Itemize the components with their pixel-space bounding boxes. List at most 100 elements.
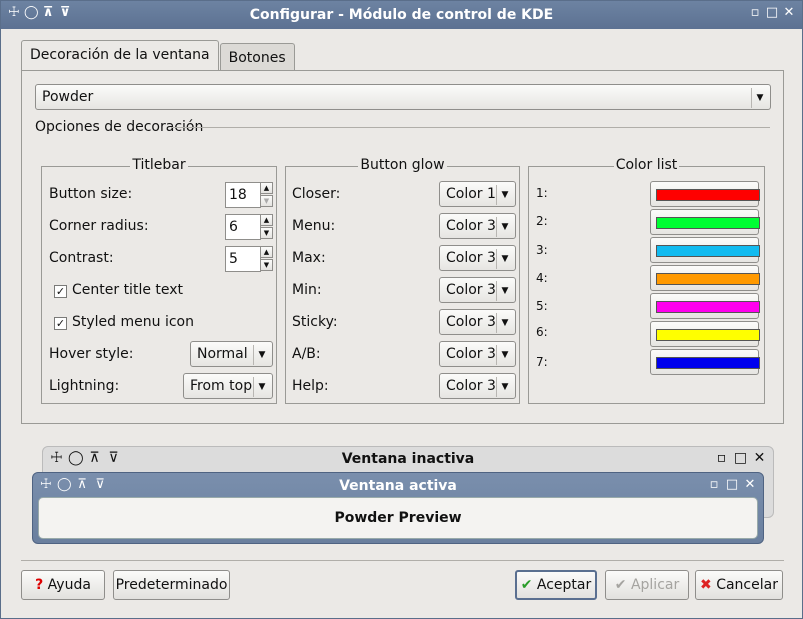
cancel-button[interactable]: ✖ Cancelar [695,570,783,600]
apply-button[interactable]: ✔ Aplicar [605,570,689,600]
defaults-button[interactable]: Predeterminado [113,570,230,600]
color-swatch [656,245,760,257]
glow-color-select[interactable]: Color 3 ▼ [439,309,516,335]
hover-style-select[interactable]: Normal ▼ [190,341,273,367]
preview-body-text: Powder Preview [334,510,462,526]
glow-color-value: Color 1 [446,186,496,202]
help-button-label: Ayuda [47,577,91,593]
center-title-checkbox[interactable]: ✓ [54,285,67,298]
glow-color-select[interactable]: Color 3 ▼ [439,245,516,271]
glow-color-value: Color 3 [446,346,496,362]
color-button[interactable] [650,237,760,263]
color-swatch [656,357,760,369]
chevron-down-icon: ▼ [751,88,768,108]
check-icon: ✔ [614,577,627,593]
contrast-spinbox[interactable]: 5 ▲ ▼ [225,246,275,272]
chevron-down-icon: ▼ [496,313,513,333]
defaults-button-label: Predeterminado [115,577,228,593]
center-title-label: Center title text [72,282,184,298]
color-item-label: 4: [536,271,548,285]
chevron-down-icon: ▼ [496,185,513,205]
close-icon: ✕ [744,477,756,492]
tab-buttons[interactable]: Botones [219,43,295,71]
button-glow-group-title: Button glow [358,157,447,173]
color-item-label: 1: [536,186,548,200]
glow-row-label: Max: [292,250,326,266]
chevron-down-icon: ▼ [496,217,513,237]
glow-row-label: Sticky: [292,314,338,330]
lightning-value: From top [190,378,253,394]
color-list-group-title: Color list [613,157,680,173]
color-button[interactable] [650,293,760,319]
color-button[interactable] [650,209,760,235]
preview-body: Powder Preview [38,497,758,539]
window-title: Configurar - Módulo de control de KDE [249,7,554,23]
color-button[interactable] [650,321,760,347]
color-button[interactable] [650,349,760,375]
spin-up-icon[interactable]: ▲ [260,182,273,194]
config-window: ☩ ◯ ⊼ ⊽ Configurar - Módulo de control d… [0,0,803,619]
divider [172,127,770,128]
apply-button-label: Aplicar [630,577,680,593]
color-item-label: 2: [536,214,548,228]
glow-color-value: Color 3 [446,250,496,266]
minimize-icon: ▫ [716,450,727,466]
color-swatch [656,217,760,229]
contrast-label: Contrast: [49,250,114,266]
decoration-select[interactable]: Powder ▼ [35,84,771,110]
lightning-label: Lightning: [49,378,120,394]
tab-panel: Powder ▼ Opciones de decoración Titlebar… [21,70,784,424]
maximize-icon: □ [733,450,748,466]
chevron-down-icon: ▼ [496,249,513,269]
minimize-icon[interactable]: ▫ [748,6,762,20]
close-icon: ✕ [753,450,766,466]
close-icon[interactable]: ✕ [782,6,796,20]
glow-color-value: Color 3 [446,378,496,394]
cancel-icon: ✖ [700,577,712,593]
color-item-label: 3: [536,243,548,257]
preview-active-title: Ventana activa [339,478,457,494]
corner-radius-value: 6 [229,219,238,235]
check-icon: ✔ [520,577,533,593]
glow-row-label: Menu: [292,218,336,234]
glow-row-label: Closer: [292,186,341,202]
glow-color-select[interactable]: Color 3 ▼ [439,277,516,303]
color-button[interactable] [650,265,760,291]
ok-button[interactable]: ✔ Aceptar [515,570,597,600]
spin-down-icon[interactable]: ▼ [260,259,273,271]
lightning-select[interactable]: From top ▼ [183,373,273,399]
preview-right-buttons: ▫ □ ✕ [707,478,757,492]
styled-menu-label: Styled menu icon [72,314,194,330]
styled-menu-checkbox[interactable]: ✓ [54,317,67,330]
minimize-icon: ▫ [709,477,719,492]
color-swatch [656,273,760,285]
glow-color-select[interactable]: Color 3 ▼ [439,341,516,367]
help-button[interactable]: ? Ayuda [21,570,105,600]
glow-color-select[interactable]: Color 3 ▼ [439,373,516,399]
spin-up-icon[interactable]: ▲ [260,214,273,226]
glow-row-label: A/B: [292,346,321,362]
spin-down-icon[interactable]: ▼ [260,195,273,207]
glow-color-select[interactable]: Color 1 ▼ [439,181,516,207]
ok-button-label: Aceptar [536,577,592,593]
glow-color-select[interactable]: Color 3 ▼ [439,213,516,239]
color-item-label: 7: [536,355,548,369]
corner-radius-label: Corner radius: [49,218,149,234]
glow-row-label: Min: [292,282,322,298]
divider [21,560,784,561]
maximize-icon[interactable]: □ [765,6,779,20]
spin-down-icon[interactable]: ▼ [260,227,273,239]
preview-right-buttons: ▫ □ ✕ [714,451,767,466]
glow-row-label: Help: [292,378,329,394]
tab-window-decoration[interactable]: Decoración de la ventana [21,40,219,70]
titlebar-group-title: Titlebar [130,157,188,173]
spin-up-icon[interactable]: ▲ [260,246,273,258]
window-titlebar[interactable]: ☩ ◯ ⊼ ⊽ Configurar - Módulo de control d… [1,1,802,29]
color-swatch [656,189,760,201]
color-button[interactable] [650,181,760,207]
tab-bar: Decoración de la ventana Botones [21,40,296,71]
button-glow-group: Button glow Closer: Color 1 ▼ Menu: Color… [285,157,520,404]
corner-radius-spinbox[interactable]: 6 ▲ ▼ [225,214,275,240]
button-size-spinbox[interactable]: 18 ▲ ▼ [225,182,275,208]
glow-color-value: Color 3 [446,218,496,234]
